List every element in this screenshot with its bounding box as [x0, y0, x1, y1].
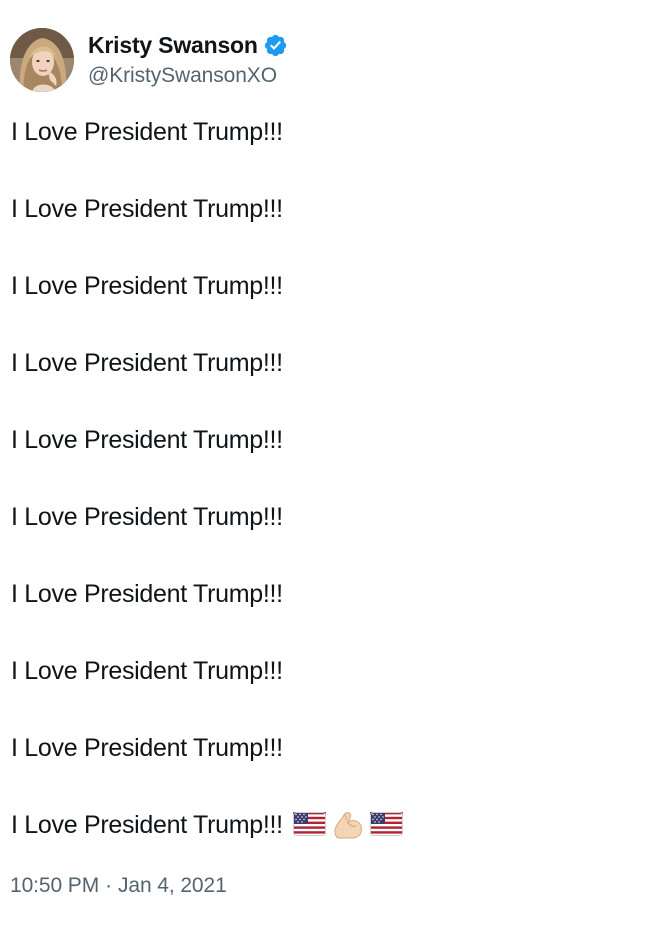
tweet-timestamp[interactable]: 10:50 PM · Jan 4, 2021 [10, 874, 227, 898]
tweet-line: I Love President Trump!!! [11, 657, 283, 685]
tweet-line: I Love President Trump!!! [11, 118, 283, 146]
tweet-line-final: I Love President Trump!!! [11, 809, 641, 841]
us-flag-icon [292, 812, 326, 838]
user-info: Kristy Swanson @KristySwansonXO [88, 31, 288, 88]
tweet-date: Jan 4, 2021 [118, 874, 227, 897]
timestamp-separator: · [105, 874, 112, 897]
avatar-photo-icon [10, 28, 74, 92]
emoji-group [292, 809, 403, 841]
name-row: Kristy Swanson [88, 31, 288, 61]
verified-badge-icon[interactable] [263, 33, 288, 58]
tweet-line: I Love President Trump!!! [11, 272, 283, 300]
tweet-time: 10:50 PM [10, 874, 100, 897]
tweet-card: Kristy Swanson @KristySwansonXO I Love P… [0, 0, 656, 926]
display-name[interactable]: Kristy Swanson [88, 32, 258, 59]
tweet-line: I Love President Trump!!! [11, 503, 283, 531]
tweet-line: I Love President Trump!!! [11, 426, 283, 454]
avatar[interactable] [10, 28, 74, 92]
tweet-line: I Love President Trump!!! [11, 195, 283, 223]
tweet-line: I Love President Trump!!! [11, 349, 283, 377]
us-flag-icon [369, 812, 403, 838]
tweet-line: I Love President Trump!!! [11, 580, 283, 608]
tweet-header: Kristy Swanson @KristySwansonXO [10, 28, 288, 92]
user-handle[interactable]: @KristySwansonXO [88, 64, 288, 88]
tweet-text: I Love President Trump!!! I Love Preside… [11, 116, 641, 886]
flexed-biceps-icon [332, 809, 364, 841]
tweet-line: I Love President Trump!!! [11, 734, 283, 762]
